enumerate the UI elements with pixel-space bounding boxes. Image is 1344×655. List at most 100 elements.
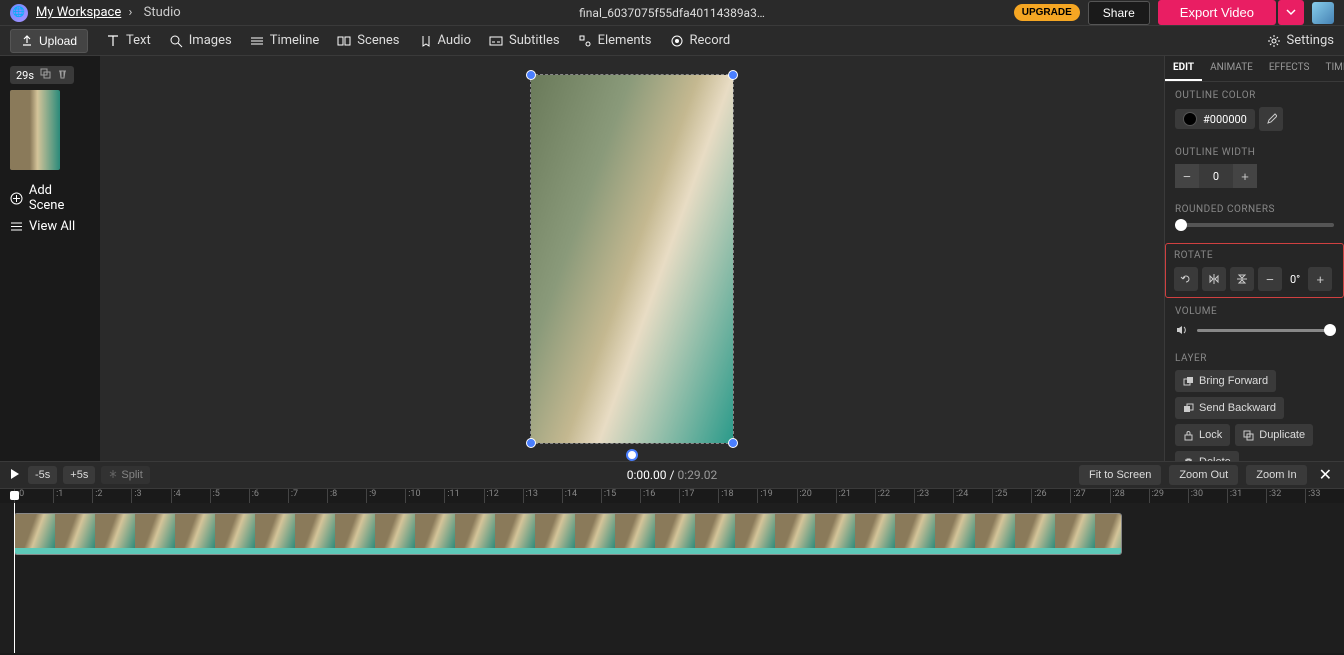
playhead[interactable]: [14, 503, 15, 653]
clip-frame: [695, 514, 735, 550]
add-scene-button[interactable]: Add Scene: [10, 180, 90, 216]
volume-label: VOLUME: [1175, 306, 1334, 317]
rotate-decrease[interactable]: −: [1258, 267, 1282, 291]
tool-scenes[interactable]: Scenes: [337, 33, 399, 48]
tab-timing[interactable]: TIMING: [1317, 56, 1344, 81]
send-backward-button[interactable]: Send Backward: [1175, 397, 1284, 419]
upload-icon: [21, 35, 33, 47]
search-icon: [169, 34, 183, 48]
ruler-tick: :10: [405, 489, 444, 503]
ruler-tick: :6: [249, 489, 288, 503]
resize-handle-top-right[interactable]: [728, 70, 738, 80]
view-all-button[interactable]: View All: [10, 216, 90, 237]
video-content[interactable]: [531, 75, 733, 443]
ruler-tick: :27: [1070, 489, 1109, 503]
workspace-link[interactable]: My Workspace: [36, 5, 121, 20]
ruler-tick: :21: [836, 489, 875, 503]
export-dropdown-button[interactable]: [1278, 0, 1304, 25]
clip-frame: [575, 514, 615, 550]
zoom-in-button[interactable]: Zoom In: [1246, 465, 1306, 485]
rounded-corners-slider[interactable]: [1175, 223, 1334, 227]
clip-frame: [295, 514, 335, 550]
copy-scene-icon[interactable]: [40, 68, 51, 82]
tool-elements[interactable]: Elements: [578, 33, 652, 48]
zoom-out-button[interactable]: Zoom Out: [1169, 465, 1238, 485]
delete-button[interactable]: Delete: [1175, 451, 1239, 461]
tool-record[interactable]: Record: [670, 33, 731, 48]
layer-label: LAYER: [1175, 353, 1334, 364]
plus-circle-icon: [10, 192, 23, 205]
timeline-track-area[interactable]: [0, 503, 1344, 653]
selected-element-frame[interactable]: [530, 74, 734, 444]
duplicate-button[interactable]: Duplicate: [1235, 424, 1313, 446]
rotate-value: 0°: [1286, 273, 1304, 286]
outline-color-chip[interactable]: #000000: [1175, 109, 1255, 129]
volume-icon[interactable]: [1175, 323, 1189, 337]
user-avatar[interactable]: [1312, 2, 1334, 24]
list-icon: [10, 220, 23, 233]
rotate-increase[interactable]: +: [1308, 267, 1332, 291]
flip-horizontal-button[interactable]: [1202, 267, 1226, 291]
clip-frame: [215, 514, 255, 550]
skip-back-button[interactable]: -5s: [28, 466, 57, 484]
close-timeline-button[interactable]: ✕: [1315, 465, 1336, 485]
canvas-area[interactable]: [100, 56, 1164, 461]
rotate-handle[interactable]: [626, 449, 638, 461]
lock-button[interactable]: Lock: [1175, 424, 1230, 446]
tab-animate[interactable]: ANIMATE: [1202, 56, 1261, 81]
scene-thumbnail[interactable]: [10, 90, 60, 170]
clip-frame: [735, 514, 775, 550]
flip-vertical-button[interactable]: [1230, 267, 1254, 291]
tool-images[interactable]: Images: [169, 33, 232, 48]
upload-button[interactable]: Upload: [10, 29, 88, 53]
tool-timeline[interactable]: Timeline: [250, 33, 320, 48]
bring-forward-button[interactable]: Bring Forward: [1175, 370, 1276, 392]
upgrade-button[interactable]: UPGRADE: [1014, 4, 1080, 21]
ruler-tick: :30: [1188, 489, 1227, 503]
ruler-tick: :29: [1149, 489, 1188, 503]
resize-handle-bottom-left[interactable]: [526, 438, 536, 448]
ruler-tick: :0: [14, 489, 53, 503]
ruler-tick: :22: [875, 489, 914, 503]
timeline-icon: [250, 34, 264, 48]
ruler-tick: :31: [1227, 489, 1266, 503]
export-video-button[interactable]: Export Video: [1158, 0, 1276, 25]
scene-duration: 29s: [10, 66, 74, 84]
tool-text[interactable]: Text: [106, 33, 151, 48]
workspace-icon[interactable]: 🌐: [10, 4, 28, 22]
settings-button[interactable]: Settings: [1267, 33, 1334, 48]
share-button[interactable]: Share: [1088, 1, 1150, 25]
ruler-tick: :24: [953, 489, 992, 503]
skip-forward-button[interactable]: +5s: [63, 466, 95, 484]
gear-icon: [1267, 34, 1281, 48]
resize-handle-bottom-right[interactable]: [728, 438, 738, 448]
outline-width-decrease[interactable]: −: [1175, 164, 1199, 188]
video-clip[interactable]: [14, 513, 1122, 555]
tool-subtitles[interactable]: Subtitles: [489, 33, 560, 48]
tool-audio[interactable]: Audio: [418, 33, 471, 48]
tab-edit[interactable]: EDIT: [1165, 56, 1202, 81]
split-button[interactable]: Split: [101, 466, 149, 484]
eyedropper-button[interactable]: [1259, 107, 1283, 131]
properties-panel: EDIT ANIMATE EFFECTS TIMING OUTLINE COLO…: [1164, 56, 1344, 461]
ruler-tick: :12: [484, 489, 523, 503]
timeline-ruler[interactable]: :0:1:2:3:4:5:6:7:8:9:10:11:12:13:14:15:1…: [0, 489, 1344, 503]
bring-forward-icon: [1183, 376, 1194, 387]
resize-handle-top-left[interactable]: [526, 70, 536, 80]
ruler-tick: :3: [131, 489, 170, 503]
text-icon: [106, 34, 120, 48]
tab-effects[interactable]: EFFECTS: [1261, 56, 1318, 81]
outline-width-increase[interactable]: +: [1233, 164, 1257, 188]
ruler-tick: :2: [92, 489, 131, 503]
clip-frame: [615, 514, 655, 550]
clip-frame: [95, 514, 135, 550]
delete-scene-icon[interactable]: [57, 68, 68, 82]
rotate-icon: [1180, 273, 1192, 285]
rotate-90-button[interactable]: [1174, 267, 1198, 291]
clip-frame: [175, 514, 215, 550]
fit-to-screen-button[interactable]: Fit to Screen: [1079, 465, 1161, 485]
ruler-tick: :19: [757, 489, 796, 503]
ruler-tick: :17: [679, 489, 718, 503]
volume-slider[interactable]: [1197, 329, 1334, 332]
play-button[interactable]: [8, 467, 22, 484]
